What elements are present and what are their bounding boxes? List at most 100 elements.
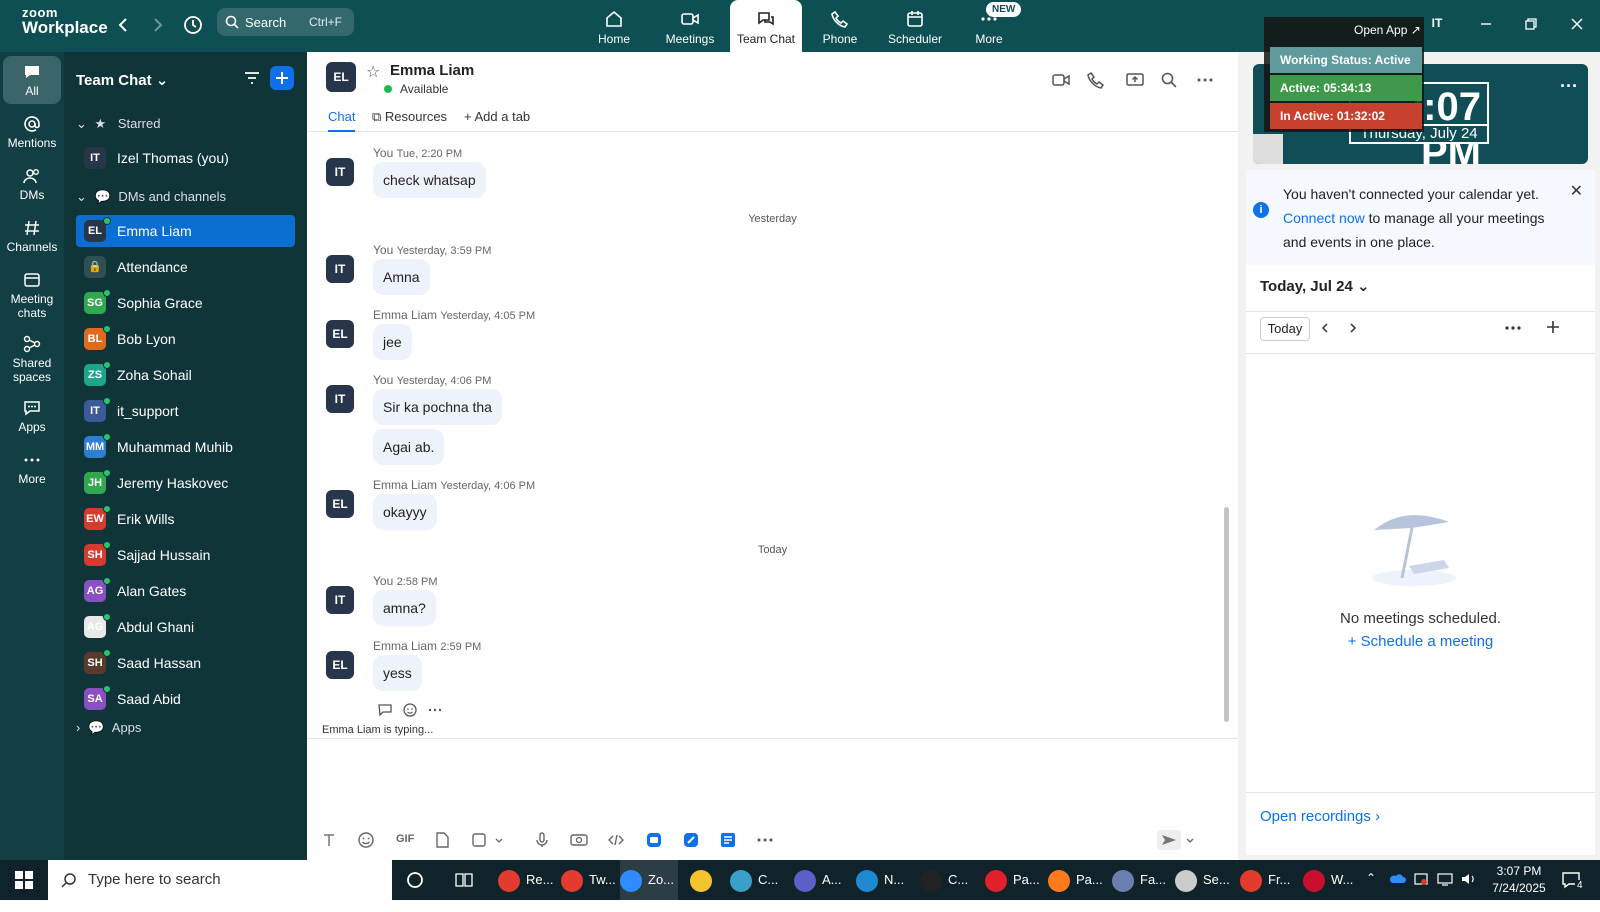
sidebar-item-it-support[interactable]: IT it_support	[76, 395, 295, 427]
taskbar-search[interactable]: Type here to search	[48, 860, 392, 900]
tab-scheduler[interactable]: Scheduler	[879, 0, 951, 52]
code-snippet-icon[interactable]	[606, 830, 626, 850]
chevron-down-icon[interactable]	[1184, 830, 1196, 850]
message-bubble[interactable]: check whatsap	[373, 162, 486, 198]
whiteboard-app-icon[interactable]	[681, 830, 701, 850]
rail-all[interactable]: All	[3, 56, 61, 104]
today-date-selector[interactable]: Today, Jul 24 ⌄	[1260, 277, 1370, 295]
windows-start-icon[interactable]	[14, 870, 34, 890]
rail-channels[interactable]: Channels	[3, 212, 61, 262]
sidebar-item-bob-lyon[interactable]: BL Bob Lyon	[76, 323, 295, 355]
reply-icon[interactable]	[377, 702, 393, 718]
taskbar-clock[interactable]: 3:07 PM 7/24/2025	[1488, 863, 1550, 897]
open-app-button[interactable]: Open App ↗	[1354, 23, 1421, 37]
taskbar-app[interactable]: C...	[920, 860, 978, 900]
sidebar-item-saad-hassan[interactable]: SH Saad Hassan	[76, 647, 295, 679]
rail-dms[interactable]: DMs	[3, 160, 61, 210]
send-icon[interactable]	[1157, 830, 1181, 850]
message-more-icon[interactable]	[427, 702, 443, 718]
add-reaction-icon[interactable]	[402, 702, 418, 718]
chevron-down-icon[interactable]	[493, 830, 505, 850]
tab-add[interactable]: + Add a tab	[464, 109, 530, 124]
top-search-bar[interactable]: Search Ctrl+F	[217, 8, 354, 36]
cortana-icon[interactable]	[406, 871, 424, 889]
connect-now-link[interactable]: Connect now	[1283, 210, 1365, 226]
search-icon[interactable]	[1159, 70, 1179, 90]
dms-channels-section[interactable]: ⌄ 💬 DMs and channels	[76, 189, 226, 205]
sidebar-item-attendance[interactable]: 🔒 Attendance	[76, 251, 295, 283]
back-arrow-icon[interactable]	[112, 13, 136, 37]
taskbar-app[interactable]: Zo...	[620, 860, 678, 900]
avatar[interactable]: EL	[326, 651, 354, 679]
close-icon[interactable]: ✕	[1570, 180, 1583, 204]
file-icon[interactable]	[432, 830, 452, 850]
message-input[interactable]	[307, 740, 1238, 820]
sidebar-item-sophia-grace[interactable]: SG Sophia Grace	[76, 287, 295, 319]
avatar[interactable]: IT	[326, 385, 354, 413]
add-event-icon[interactable]	[1545, 319, 1561, 335]
taskbar-app[interactable]: Fr...	[1240, 860, 1298, 900]
tab-team-chat[interactable]: Team Chat	[730, 0, 802, 52]
onedrive-icon[interactable]	[1388, 872, 1406, 912]
taskbar-app[interactable]: Fa...	[1112, 860, 1170, 900]
emoji-icon[interactable]	[356, 830, 376, 850]
avatar[interactable]: EL	[326, 490, 354, 518]
avatar[interactable]: IT	[326, 158, 354, 186]
rail-mentions[interactable]: Mentions	[3, 108, 61, 158]
new-chat-button[interactable]	[270, 66, 294, 90]
tab-meetings[interactable]: Meetings	[654, 0, 726, 52]
microphone-icon[interactable]	[532, 830, 552, 850]
sidebar-item-emma-liam[interactable]: EL Emma Liam	[76, 215, 295, 247]
sidebar-item-erik-wills[interactable]: EW Erik Wills	[76, 503, 295, 535]
tab-chat[interactable]: Chat	[328, 109, 356, 132]
chat-scrollbar[interactable]	[1224, 507, 1229, 722]
taskbar-app[interactable]: A...	[794, 860, 852, 900]
sidebar-item-izel-thomas[interactable]: IT Izel Thomas (you)	[76, 142, 295, 174]
history-icon[interactable]	[181, 13, 205, 37]
share-screen-icon[interactable]	[1125, 70, 1145, 90]
next-day-icon[interactable]	[1346, 321, 1360, 335]
filter-icon[interactable]	[242, 68, 262, 88]
star-outline-icon[interactable]: ☆	[366, 62, 380, 82]
message-bubble[interactable]: jee	[373, 324, 412, 360]
notifications-icon[interactable]: 4	[1561, 870, 1585, 910]
taskbar-app[interactable]: Se...	[1175, 860, 1233, 900]
tab-phone[interactable]: Phone	[804, 0, 876, 52]
message-bubble[interactable]: amna?	[373, 590, 436, 626]
sidebar-title[interactable]: Team Chat ⌄	[76, 71, 168, 89]
gif-button[interactable]: GIF	[396, 833, 416, 853]
calendar-more-icon[interactable]	[1504, 321, 1522, 335]
open-recordings-link[interactable]: Open recordings ›	[1260, 808, 1380, 825]
contact-name[interactable]: Emma Liam	[390, 62, 474, 79]
taskbar-app[interactable]: Pa...	[1048, 860, 1106, 900]
message-bubble[interactable]: Agai ab.	[373, 429, 445, 465]
network-icon[interactable]	[1436, 871, 1454, 911]
screenshot-icon[interactable]	[469, 830, 489, 850]
message-bubble[interactable]: okayyy	[373, 494, 437, 530]
avatar[interactable]: IT	[326, 586, 354, 614]
phone-call-icon[interactable]	[1086, 70, 1106, 90]
rail-shared-spaces[interactable]: Shared spaces	[3, 328, 61, 390]
taskbar-app[interactable]: Tw...	[561, 860, 619, 900]
taskbar-app[interactable]: N...	[856, 860, 914, 900]
volume-icon[interactable]	[1460, 871, 1478, 911]
sidebar-item-jeremy-haskovec[interactable]: JH Jeremy Haskovec	[76, 467, 295, 499]
taskbar-app[interactable]: C...	[730, 860, 788, 900]
sidebar-item-alan-gates[interactable]: AG Alan Gates	[76, 575, 295, 607]
security-icon[interactable]	[1413, 871, 1429, 911]
contact-avatar[interactable]: EL	[326, 62, 356, 92]
rail-apps[interactable]: Apps	[3, 392, 61, 442]
message-bubble[interactable]: Sir ka pochna tha	[373, 389, 502, 425]
restore-icon[interactable]	[1521, 14, 1541, 34]
more-dots-icon[interactable]: ···	[1560, 76, 1578, 97]
docs-app-icon[interactable]	[718, 830, 738, 850]
taskbar-app[interactable]: W...	[1303, 860, 1361, 900]
taskbar-app[interactable]: Re...	[498, 860, 556, 900]
avatar[interactable]: IT	[326, 255, 354, 283]
sidebar-item-sajjad-hussain[interactable]: SH Sajjad Hussain	[76, 539, 295, 571]
message-bubble[interactable]: yess	[373, 655, 422, 691]
sidebar-item-zoha-sohail[interactable]: ZS Zoha Sohail	[76, 359, 295, 391]
apps-section[interactable]: › 💬 Apps	[76, 720, 141, 736]
user-avatar[interactable]: IT	[1425, 11, 1449, 35]
more-options-icon[interactable]	[1195, 70, 1215, 90]
